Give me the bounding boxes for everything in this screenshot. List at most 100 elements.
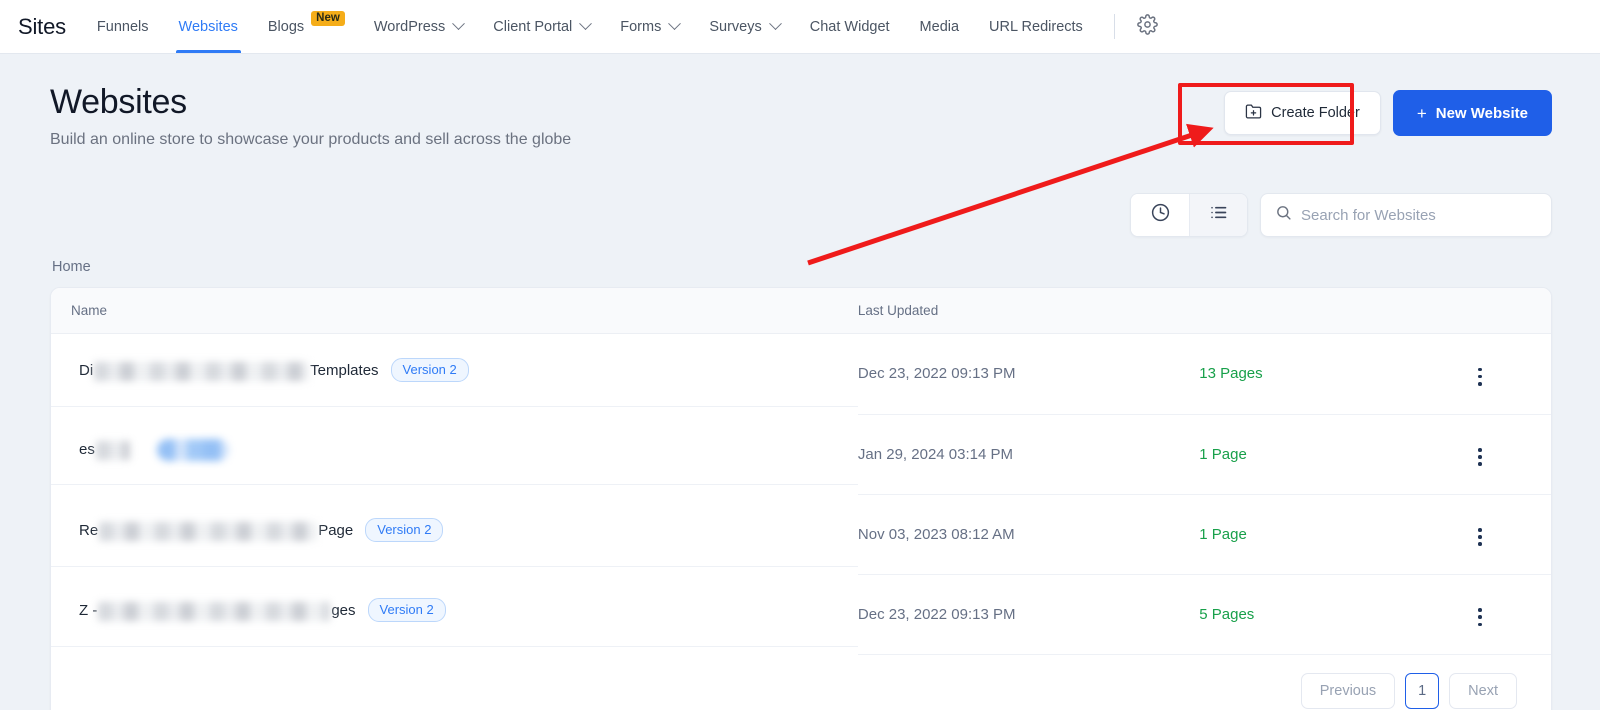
redacted-text bbox=[99, 521, 318, 541]
search-icon bbox=[1275, 204, 1292, 226]
cell-actions bbox=[1468, 574, 1551, 656]
cell-name[interactable]: es bbox=[51, 414, 858, 486]
website-name: Re Page bbox=[79, 521, 354, 541]
redacted-text bbox=[98, 601, 331, 621]
clock-icon bbox=[1150, 202, 1171, 228]
websites-table-card: Name Last Updated Di Templates Version 2… bbox=[50, 287, 1552, 710]
chevron-down-icon bbox=[579, 17, 593, 31]
nav-divider bbox=[1113, 14, 1115, 39]
redacted-version-badge bbox=[156, 439, 229, 462]
chevron-down-icon bbox=[768, 17, 782, 31]
nav-item-url-redirects[interactable]: URL Redirects bbox=[974, 0, 1098, 53]
nav-items: Funnels Websites Blogs New WordPress Cli… bbox=[82, 0, 1168, 53]
websites-table: Name Last Updated Di Templates Version 2… bbox=[51, 288, 1551, 656]
nav-label: Blogs bbox=[267, 18, 305, 35]
nav-item-funnels[interactable]: Funnels bbox=[82, 0, 164, 53]
nav-label: Chat Widget bbox=[809, 18, 890, 35]
nav-label: Media bbox=[919, 18, 960, 35]
cell-name[interactable]: Re Page Version 2 bbox=[51, 494, 858, 568]
page-number-button[interactable]: 1 bbox=[1405, 673, 1440, 710]
cell-pages: 13 Pages bbox=[1199, 333, 1469, 415]
cell-pages: 1 Page bbox=[1199, 414, 1469, 495]
website-name-prefix: es bbox=[79, 440, 95, 458]
cell-actions bbox=[1468, 333, 1551, 415]
previous-page-button[interactable]: Previous bbox=[1300, 673, 1396, 710]
folder-plus-icon bbox=[1245, 103, 1262, 124]
table-row[interactable]: Di Templates Version 2 Dec 23, 2022 09:1… bbox=[51, 333, 1551, 415]
table-body: Di Templates Version 2 Dec 23, 2022 09:1… bbox=[51, 333, 1551, 656]
kebab-menu-icon[interactable] bbox=[1468, 524, 1492, 550]
nav-label: URL Redirects bbox=[989, 18, 1083, 35]
website-name-prefix: Di bbox=[79, 361, 94, 379]
version-badge: Version 2 bbox=[365, 518, 444, 543]
kebab-menu-icon[interactable] bbox=[1468, 364, 1492, 390]
nav-label: Client Portal bbox=[493, 18, 573, 35]
new-website-label: New Website bbox=[1435, 104, 1528, 122]
column-header-name: Name bbox=[51, 288, 858, 335]
chevron-down-icon bbox=[668, 17, 682, 31]
page-header: Websites Build an online store to showca… bbox=[50, 83, 1552, 149]
view-toggle-group bbox=[1130, 193, 1248, 238]
table-row[interactable]: Re Page Version 2 Nov 03, 2023 08:12 AM … bbox=[51, 494, 1551, 575]
cell-last-updated: Nov 03, 2023 08:12 AM bbox=[857, 494, 1200, 575]
create-folder-button[interactable]: Create Folder bbox=[1224, 91, 1381, 135]
cell-last-updated: Dec 23, 2022 09:13 PM bbox=[857, 574, 1200, 656]
list-view-button[interactable] bbox=[1189, 194, 1247, 237]
cell-pages: 1 Page bbox=[1199, 494, 1469, 575]
redacted-text bbox=[94, 361, 310, 381]
page-title-block: Websites Build an online store to showca… bbox=[50, 83, 572, 149]
cell-last-updated: Dec 23, 2022 09:13 PM bbox=[857, 333, 1200, 415]
cell-name[interactable]: Z - ges Version 2 bbox=[51, 574, 858, 648]
chevron-down-icon bbox=[452, 17, 466, 31]
page-subtitle: Build an online store to showcase your p… bbox=[50, 131, 572, 149]
column-header-last-updated: Last Updated bbox=[857, 288, 1200, 335]
nav-item-forms[interactable]: Forms bbox=[605, 0, 694, 53]
create-folder-label: Create Folder bbox=[1271, 105, 1360, 121]
nav-label: Surveys bbox=[709, 18, 762, 35]
next-page-button[interactable]: Next bbox=[1449, 673, 1517, 710]
new-website-button[interactable]: + New Website bbox=[1392, 90, 1552, 136]
nav-item-websites[interactable]: Websites bbox=[164, 0, 253, 53]
nav-label: Forms bbox=[620, 18, 662, 35]
nav-item-chat-widget[interactable]: Chat Widget bbox=[795, 0, 905, 53]
cell-pages: 5 Pages bbox=[1199, 574, 1469, 656]
pagination: Previous 1 Next bbox=[51, 655, 1551, 710]
nav-item-surveys[interactable]: Surveys bbox=[694, 0, 794, 53]
search-box[interactable] bbox=[1260, 193, 1552, 238]
kebab-menu-icon[interactable] bbox=[1468, 604, 1492, 630]
website-name-prefix: Re bbox=[79, 521, 99, 539]
nav-label: WordPress bbox=[373, 18, 446, 35]
kebab-menu-icon[interactable] bbox=[1468, 444, 1492, 470]
page-title: Websites bbox=[50, 83, 187, 121]
column-header-actions bbox=[1468, 288, 1551, 335]
nav-item-media[interactable]: Media bbox=[905, 0, 975, 53]
top-navigation-bar: Sites Funnels Websites Blogs New WordPre… bbox=[0, 0, 1600, 54]
brand-logo: Sites bbox=[18, 13, 66, 39]
gear-icon bbox=[1137, 13, 1158, 40]
list-view-icon bbox=[1208, 202, 1229, 228]
nav-item-blogs[interactable]: Blogs New bbox=[253, 0, 359, 53]
cell-name[interactable]: Di Templates Version 2 bbox=[51, 334, 858, 408]
cell-actions bbox=[1468, 414, 1551, 495]
nav-label: Websites bbox=[178, 18, 238, 35]
nav-label: Funnels bbox=[96, 18, 149, 35]
website-name: es bbox=[79, 440, 131, 460]
recent-view-button[interactable] bbox=[1131, 194, 1189, 237]
website-name-suffix: Page bbox=[318, 521, 354, 539]
header-actions: Create Folder + New Website bbox=[1224, 84, 1552, 136]
active-tab-underline bbox=[175, 50, 241, 53]
website-name: Di Templates bbox=[79, 361, 379, 381]
website-name-suffix: Templates bbox=[310, 361, 379, 379]
breadcrumb[interactable]: Home bbox=[52, 259, 1552, 275]
website-name: Z - ges bbox=[79, 601, 356, 621]
nav-item-client-portal[interactable]: Client Portal bbox=[478, 0, 605, 53]
table-row[interactable]: es Jan 29, 2024 03:14 PM 1 Page bbox=[51, 414, 1551, 495]
settings-button[interactable] bbox=[1127, 0, 1168, 53]
cell-last-updated: Jan 29, 2024 03:14 PM bbox=[857, 414, 1200, 495]
search-input[interactable] bbox=[1301, 206, 1537, 224]
column-header-pages bbox=[1199, 288, 1469, 335]
cell-actions bbox=[1468, 494, 1551, 575]
version-badge: Version 2 bbox=[367, 598, 446, 623]
nav-item-wordpress[interactable]: WordPress bbox=[359, 0, 478, 53]
table-row[interactable]: Z - ges Version 2 Dec 23, 2022 09:13 PM … bbox=[51, 574, 1551, 656]
